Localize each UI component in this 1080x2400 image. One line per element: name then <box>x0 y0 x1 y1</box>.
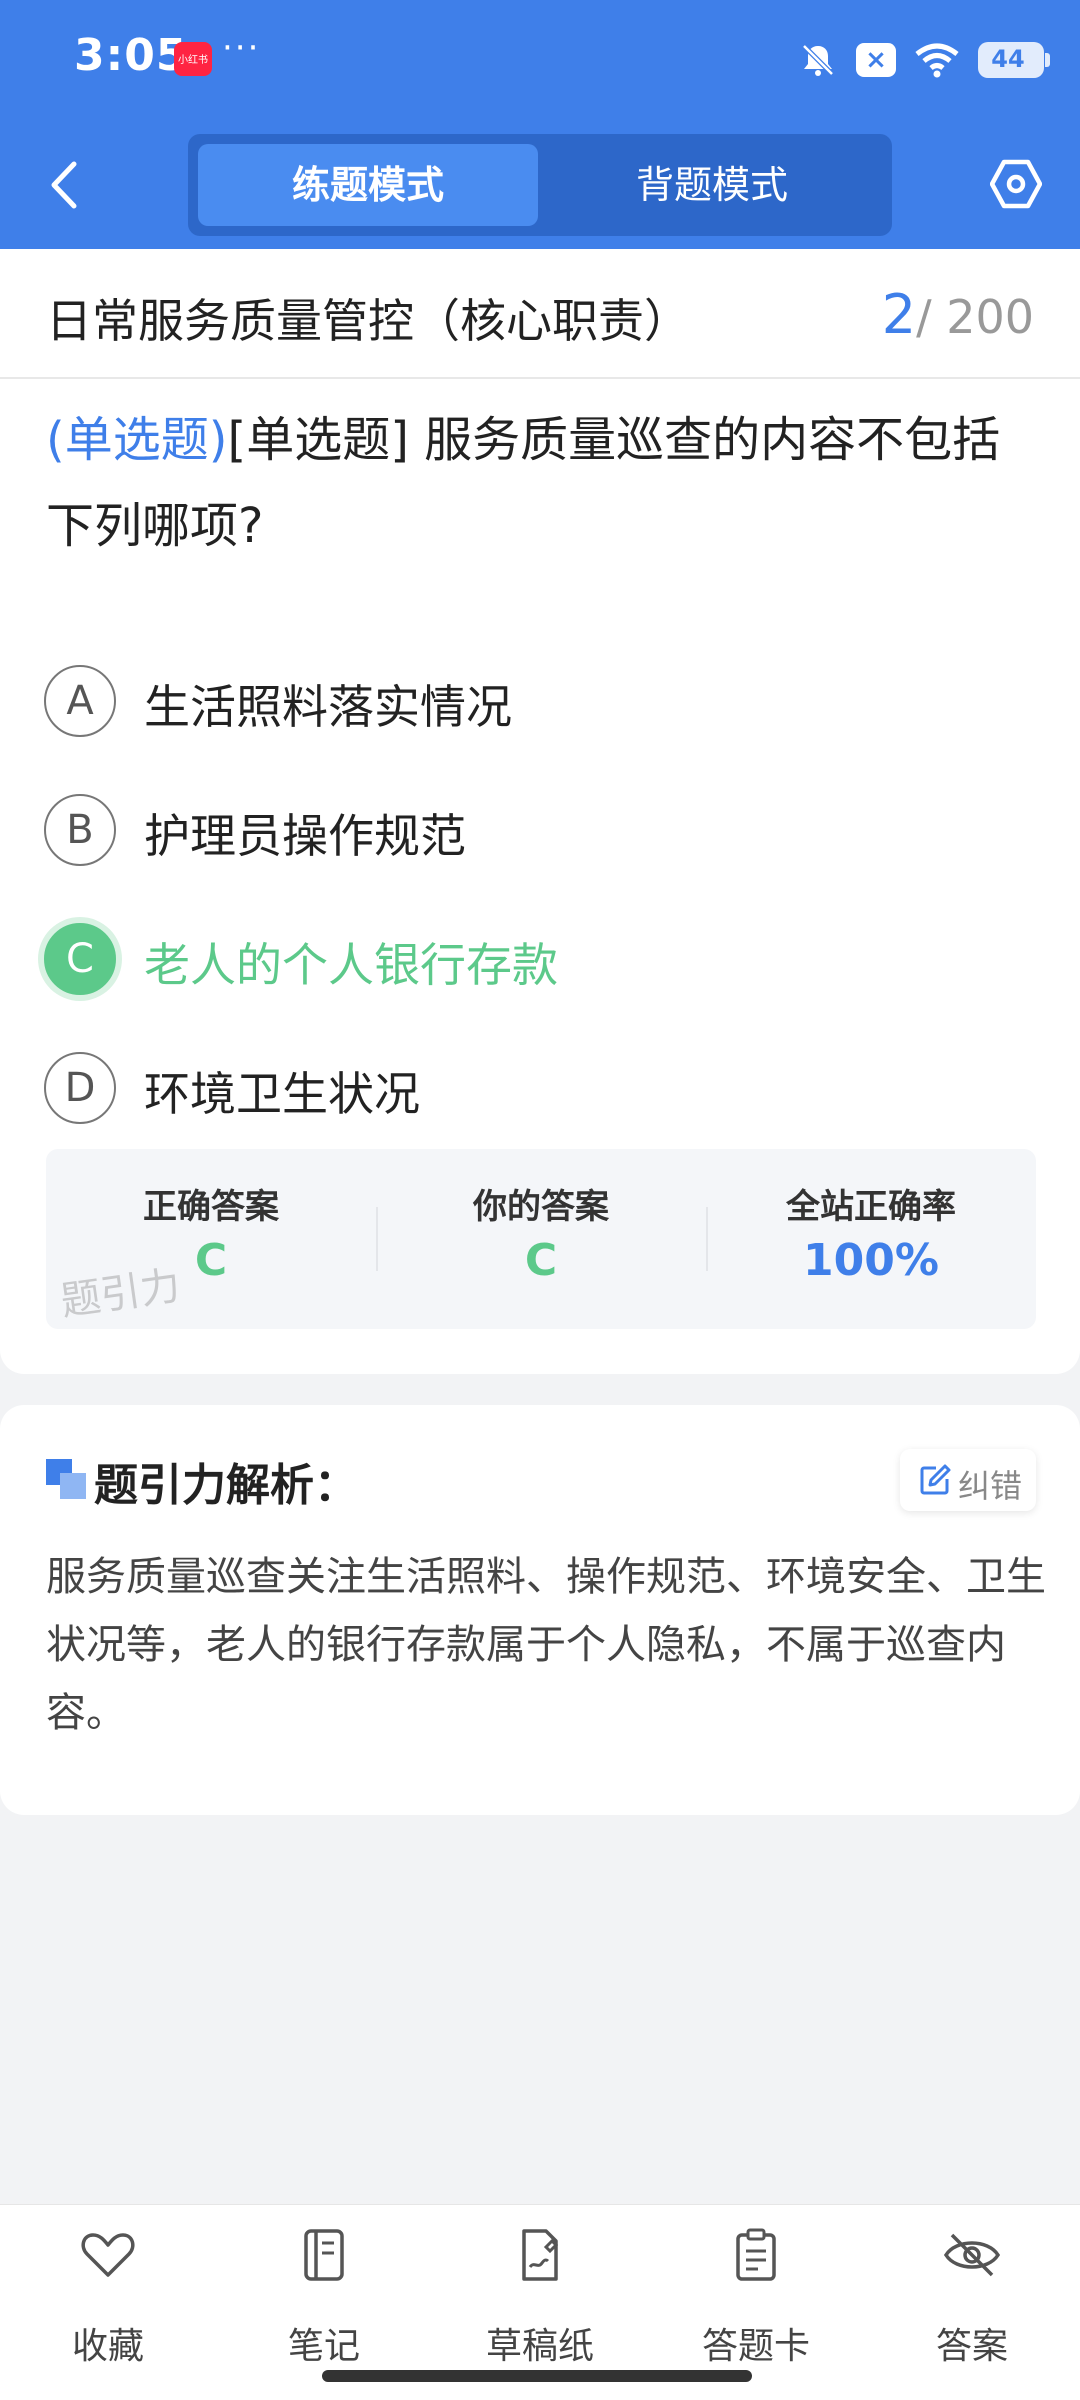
section-title-row: 日常服务质量管控（核心职责） 2/ 200 <box>0 249 1080 379</box>
status-icons: × 44 <box>798 36 1050 84</box>
battery-level: 44 <box>991 45 1025 73</box>
option-a[interactable]: A 生活照料落实情况 <box>44 655 1044 745</box>
your-answer-value: C <box>524 1235 558 1286</box>
correct-answer-label: 正确答案 <box>143 1187 279 1227</box>
question-type-tag: (单选题) <box>46 412 228 468</box>
status-more: ··· <box>222 28 261 68</box>
heart-icon <box>81 2233 135 2277</box>
option-letter: D <box>44 1052 116 1124</box>
explanation-squares-icon <box>46 1459 86 1499</box>
notebook-icon <box>304 2229 344 2281</box>
current-question-number: 2 <box>881 283 917 346</box>
option-letter: A <box>44 665 116 737</box>
draft-icon <box>522 2229 559 2281</box>
edit-icon <box>920 1464 951 1495</box>
nav-notes[interactable]: 笔记 <box>216 2225 432 2367</box>
tab-recite-mode[interactable]: 背题模式 <box>542 144 882 226</box>
answer-card-icon <box>736 2228 776 2281</box>
nav-favorite[interactable]: 收藏 <box>0 2225 216 2367</box>
nav-draft[interactable]: 草稿纸 <box>432 2225 648 2367</box>
close-notification-icon: × <box>856 43 896 77</box>
question-card: 日常服务质量管控（核心职责） 2/ 200 (单选题)[单选题] 服务质量巡查的… <box>0 249 1080 1374</box>
option-d[interactable]: D 环境卫生状况 <box>44 1042 1044 1132</box>
battery-icon: 44 <box>978 42 1050 78</box>
option-letter: C <box>44 923 116 995</box>
nav-answer[interactable]: 答案 <box>864 2225 1080 2367</box>
explanation-title: 题引力解析： <box>94 1460 358 1511</box>
bell-off-icon <box>802 44 834 76</box>
section-title: 日常服务质量管控（核心职责） <box>46 294 690 348</box>
nav-notes-label: 笔记 <box>287 2326 360 2367</box>
status-bar: 3:05 小红书 ··· × 44 <box>0 0 1080 118</box>
accuracy-label: 全站正确率 <box>786 1187 956 1227</box>
report-error-button[interactable]: 纠错 <box>900 1449 1036 1511</box>
back-arrow-icon[interactable] <box>40 150 90 220</box>
eye-off-icon <box>943 2233 1001 2277</box>
nav-answer-card[interactable]: 答题卡 <box>648 2225 864 2367</box>
app-header: 3:05 小红书 ··· × 44 练题模式 背题模式 <box>0 0 1080 249</box>
wifi-icon <box>915 43 959 78</box>
explanation-body: 服务质量巡查关注生活照料、操作规范、环境安全、卫生状况等，老人的银行存款属于个人… <box>46 1554 1046 1736</box>
tab-practice-mode[interactable]: 练题模式 <box>198 144 538 226</box>
status-time: 3:05 <box>74 30 188 81</box>
home-indicator[interactable] <box>322 2370 752 2382</box>
option-text: 老人的个人银行存款 <box>144 938 558 992</box>
question-counter: 2/ 200 <box>882 283 1034 346</box>
explanation-card: 题引力解析： 纠错 服务质量巡查关注生活照料、操作规范、环境安全、卫生状况等，老… <box>0 1405 1080 1815</box>
option-text: 生活照料落实情况 <box>144 680 512 734</box>
accuracy-column: 全站正确率 100% <box>706 1149 1036 1329</box>
option-c[interactable]: C 老人的个人银行存款 <box>44 913 1044 1003</box>
option-text: 护理员操作规范 <box>144 809 466 863</box>
app-badge-text: 小红书 <box>178 55 208 66</box>
your-answer-column: 你的答案 C <box>376 1149 706 1329</box>
accuracy-value: 100% <box>803 1235 939 1286</box>
option-b[interactable]: B 护理员操作规范 <box>44 784 1044 874</box>
nav-answer-label: 答案 <box>935 2326 1008 2367</box>
answer-summary: 正确答案 C 你的答案 C 全站正确率 100% 题引力 <box>46 1149 1036 1329</box>
option-text: 环境卫生状况 <box>144 1067 420 1121</box>
total-questions: / 200 <box>916 290 1034 344</box>
settings-hexagon-icon[interactable] <box>990 158 1042 210</box>
report-error-label: 纠错 <box>958 1467 1023 1505</box>
nav-answer-card-label: 答题卡 <box>701 2326 810 2367</box>
your-answer-label: 你的答案 <box>473 1187 609 1227</box>
mode-toggle: 练题模式 背题模式 <box>188 134 892 236</box>
option-letter: B <box>44 794 116 866</box>
xiaohongshu-app-icon: 小红书 <box>174 42 212 76</box>
nav-favorite-label: 收藏 <box>71 2326 144 2367</box>
nav-draft-label: 草稿纸 <box>485 2326 594 2367</box>
question-stem: (单选题)[单选题] 服务质量巡查的内容不包括下列哪项? <box>46 397 1046 569</box>
